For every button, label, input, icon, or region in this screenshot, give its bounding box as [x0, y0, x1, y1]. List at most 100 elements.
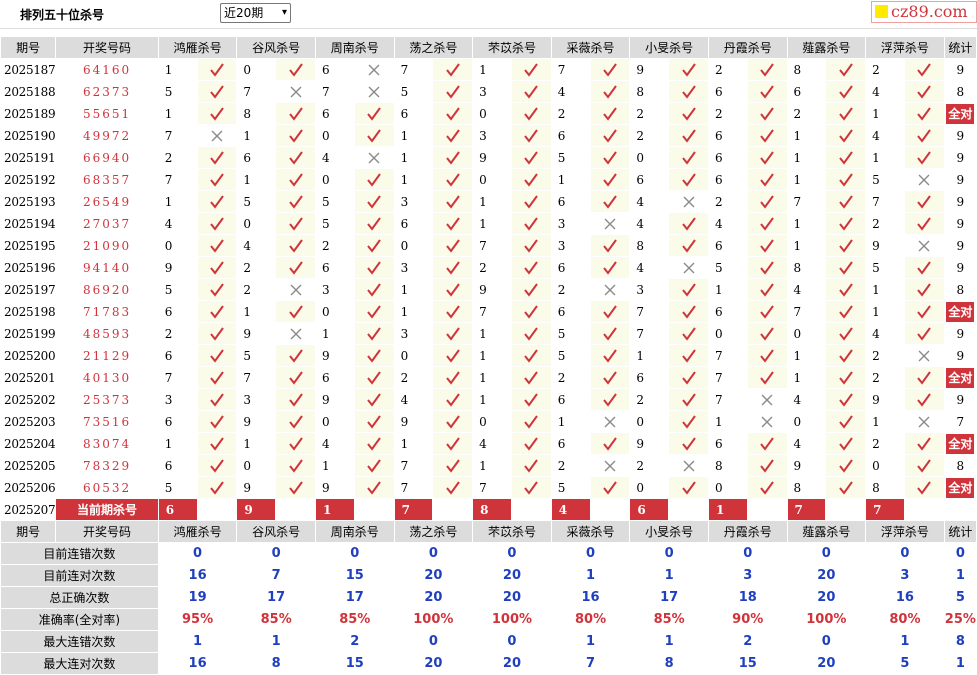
check-icon: [367, 414, 381, 429]
check-icon: [445, 326, 460, 341]
check-icon: [681, 128, 696, 143]
result-mark-cell: [589, 278, 631, 301]
result-mark-cell: [275, 212, 316, 235]
result-mark-cell: [275, 322, 316, 345]
repeat-header-expert-8: 丹霞杀号: [707, 520, 788, 543]
check-icon: [288, 392, 303, 407]
kill-number-cell: 6: [314, 102, 355, 125]
kill-number-cell: 1: [472, 366, 512, 389]
check-icon: [760, 150, 774, 165]
table-row: 2025200 21129 6 5 9 0 1 5 1 7 1 2 9: [0, 344, 977, 367]
check-icon: [210, 238, 224, 253]
kill-number-cell: 7: [629, 300, 670, 323]
summary-stat: 1: [943, 652, 977, 675]
kill-number-cell: 7: [393, 58, 434, 81]
kill-number-cell: 1: [707, 410, 748, 433]
cross-icon: [604, 284, 616, 295]
result-mark-cell: [432, 278, 474, 301]
cross-icon: [683, 460, 695, 471]
result-mark-cell: [825, 212, 867, 235]
check-icon: [367, 194, 381, 209]
check-icon: [445, 414, 460, 429]
table-row: 2025206 60532 5 9 9 7 7 5 0 0 8 8 全对: [0, 476, 977, 499]
result-mark-cell: [825, 168, 867, 191]
check-icon: [760, 304, 774, 319]
result-mark-cell: [746, 58, 788, 81]
site-logo[interactable]: cz89.com: [871, 1, 977, 23]
check-icon: [367, 260, 381, 275]
result-mark-cell: [746, 80, 788, 103]
kill-number-cell: 0: [629, 476, 670, 499]
summary-value: 0: [314, 542, 395, 565]
check-icon: [210, 194, 224, 209]
check-icon: [524, 150, 539, 165]
kill-number-cell: 4: [786, 432, 827, 455]
summary-value: 0: [865, 542, 945, 565]
check-icon: [524, 304, 539, 319]
result-mark-cell: [432, 190, 474, 213]
result-mark-cell: [746, 322, 788, 345]
cross-icon: [604, 460, 616, 471]
kill-number-cell: 7: [786, 190, 827, 213]
kill-number-cell: 2: [865, 344, 905, 367]
kill-number-cell: 0: [393, 344, 434, 367]
result-mark-cell: [589, 102, 631, 125]
kill-number-cell: 5: [550, 476, 591, 499]
summary-value: 5: [865, 652, 945, 675]
period-select[interactable]: 近20期 ▾: [220, 3, 291, 23]
header-expert-4: 荡之杀号: [393, 36, 474, 59]
check-icon: [524, 172, 539, 187]
result-mark-cell: [825, 388, 867, 411]
result-mark-cell: [589, 410, 631, 433]
kill-number-cell: 1: [393, 146, 434, 169]
kill-number-cell: 9: [157, 256, 198, 279]
check-icon: [524, 238, 539, 253]
kill-number-cell: 1: [786, 124, 827, 147]
result-mark-cell: [510, 234, 552, 257]
kill-number-cell: 0: [314, 168, 355, 191]
result-mark-cell: [825, 476, 867, 499]
result-mark-cell: [746, 212, 788, 235]
issue-cell: 2025197: [0, 278, 57, 301]
result-mark-cell: [746, 300, 788, 323]
summary-value: 16: [157, 564, 238, 587]
kill-number-cell: 2: [393, 366, 434, 389]
check-icon: [210, 62, 224, 77]
check-icon: [445, 84, 460, 99]
result-mark-cell: [825, 322, 867, 345]
kill-number-cell: 7: [707, 366, 748, 389]
summary-label: 目前连对次数: [0, 564, 159, 587]
summary-value: 85%: [236, 608, 316, 631]
summary-value: 15: [314, 564, 395, 587]
table-row: 2025197 86920 5 2 3 1 9 2 3 1 4 1 8: [0, 278, 977, 301]
check-icon: [917, 194, 932, 209]
result-mark-cell: [825, 102, 867, 125]
kill-number-cell: 0: [236, 212, 277, 235]
result-mark-cell: [196, 212, 238, 235]
open-number-cell: 25373: [55, 388, 159, 411]
check-icon: [760, 216, 774, 231]
result-mark-cell: [353, 168, 395, 191]
current-row-group: 2025207 当前期杀号 6 9 1 7 8 4 6 1 7 7: [0, 498, 977, 521]
check-icon: [288, 128, 303, 143]
check-icon: [210, 370, 224, 385]
kill-number-cell: 9: [629, 432, 670, 455]
cross-icon: [604, 218, 616, 229]
check-icon: [603, 128, 617, 143]
result-mark-cell: [353, 256, 395, 279]
result-mark-cell: [353, 124, 395, 147]
result-mark-cell: [903, 476, 945, 499]
current-issue: 2025207: [0, 498, 57, 521]
result-mark-cell: [825, 58, 867, 81]
summary-value: 17: [314, 586, 395, 609]
result-mark-cell: [510, 278, 552, 301]
logo-text: cz89.com: [891, 2, 968, 21]
kill-number-cell: 4: [236, 234, 277, 257]
kill-number-cell: 7: [393, 476, 434, 499]
check-icon: [760, 458, 774, 473]
check-icon: [524, 436, 539, 451]
result-mark-cell: [353, 366, 395, 389]
issue-cell: 2025202: [0, 388, 57, 411]
summary-value: 2: [707, 630, 788, 653]
all-correct-badge: 全对: [946, 433, 975, 454]
